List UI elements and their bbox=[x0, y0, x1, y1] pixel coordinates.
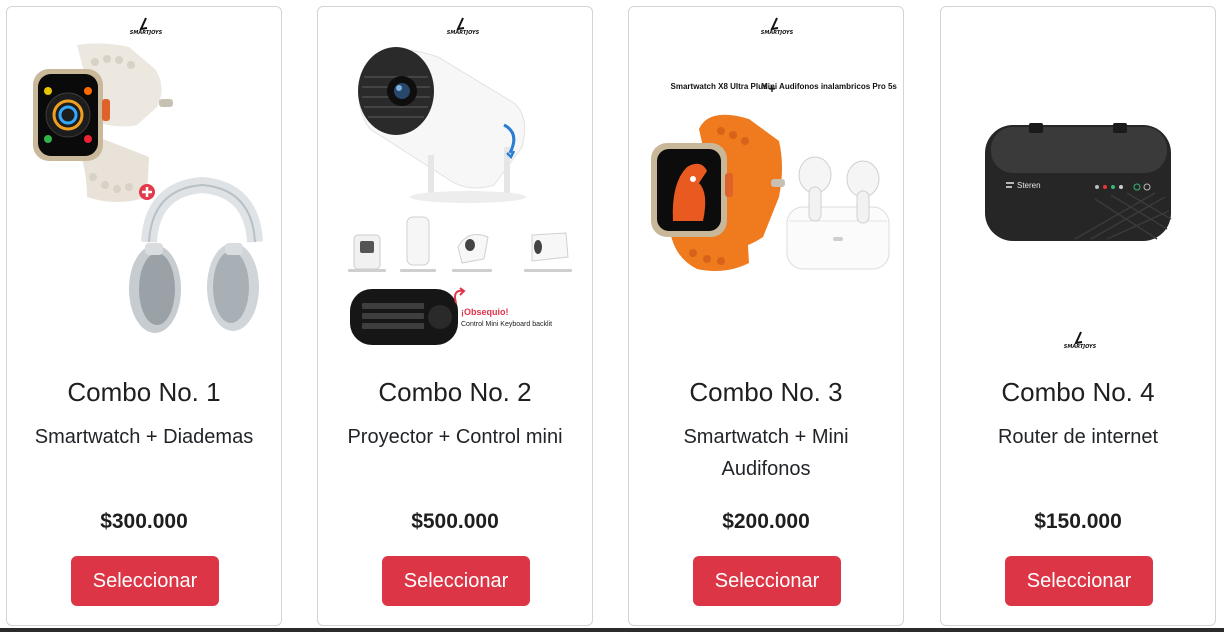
svg-text:SMARTJOYS: SMARTJOYS bbox=[447, 30, 480, 36]
combo-1-description: Smartwatch + Diademas bbox=[34, 426, 254, 448]
combo-1-price: $300.000 bbox=[100, 510, 188, 533]
projector-angle-thumbnails bbox=[348, 216, 572, 272]
product-card-1: SMARTJOYS Combo No. 1 Smartwatch + Diade… bbox=[6, 6, 282, 626]
combo-4-product-image: Steren SMARTJOYS bbox=[985, 123, 1172, 350]
brand-logo: SMARTJOYS bbox=[130, 17, 163, 36]
combo-1-product-image: SMARTJOYS bbox=[33, 17, 263, 333]
headphones-image bbox=[129, 176, 263, 333]
svg-text:Steren: Steren bbox=[1017, 181, 1041, 190]
combo-4-title: Combo No. 4 bbox=[1001, 377, 1155, 407]
combo-3-title: Combo No. 3 bbox=[689, 377, 843, 407]
brand-logo: SMARTJOYS bbox=[1064, 331, 1097, 350]
combo-3-price: $200.000 bbox=[722, 510, 810, 533]
svg-text:SMARTJOYS: SMARTJOYS bbox=[1064, 344, 1097, 350]
combo-2-product-image: SMARTJOYS ¡Obsequio! Control Mini Keyboa… bbox=[348, 17, 572, 345]
svg-text:SMARTJOYS: SMARTJOYS bbox=[761, 30, 794, 36]
product-card-4: Steren SMARTJOYS Combo No. 4 Router de i… bbox=[940, 6, 1216, 626]
mini-keyboard-image bbox=[350, 289, 458, 345]
svg-text:Mini Audifonos inalambricos Pr: Mini Audifonos inalambricos Pro 5s bbox=[761, 82, 897, 91]
earbuds-image bbox=[786, 156, 890, 270]
combo-3-select-button[interactable]: Seleccionar bbox=[693, 556, 841, 606]
combo-4-description: Router de internet bbox=[997, 426, 1159, 448]
window-bottom-edge bbox=[0, 628, 1224, 632]
combo-3-image-labels: Smartwatch X8 Ultra Plus + Mini Audifono… bbox=[671, 82, 898, 96]
combo-2-description: Proyector + Control mini bbox=[347, 426, 563, 448]
svg-text:Smartwatch X8 Ultra Plus: Smartwatch X8 Ultra Plus bbox=[671, 82, 768, 91]
projector-image bbox=[358, 47, 526, 203]
combo-1-select-button[interactable]: Seleccionar bbox=[71, 556, 219, 606]
brand-logo: SMARTJOYS bbox=[761, 17, 794, 36]
product-card-2: SMARTJOYS ¡Obsequio! Control Mini Keyboa… bbox=[317, 6, 593, 626]
combo-2-select-button[interactable]: Seleccionar bbox=[382, 556, 530, 606]
smartwatch-image bbox=[33, 43, 173, 202]
combo-3-product-image: SMARTJOYS Smartwatch X8 Ultra Plus + Min… bbox=[651, 17, 898, 271]
router-image: Steren bbox=[985, 123, 1172, 241]
brand-logo: SMARTJOYS bbox=[447, 17, 480, 36]
product-card-3: SMARTJOYS Smartwatch X8 Ultra Plus + Min… bbox=[628, 6, 904, 626]
combo-4-price: $150.000 bbox=[1034, 510, 1122, 533]
combo-1-title: Combo No. 1 bbox=[67, 377, 221, 407]
svg-text:Control Mini Keyboard backlit: Control Mini Keyboard backlit bbox=[461, 321, 552, 328]
gift-callout: ¡Obsequio! Control Mini Keyboard backlit bbox=[454, 287, 552, 328]
plus-icon bbox=[139, 184, 155, 200]
combo-3-description: Smartwatch + Mini Audifonos bbox=[683, 426, 849, 480]
combo-2-title: Combo No. 2 bbox=[378, 377, 532, 407]
combo-4-select-button[interactable]: Seleccionar bbox=[1005, 556, 1153, 606]
orange-smartwatch-image bbox=[651, 114, 785, 271]
svg-text:SMARTJOYS: SMARTJOYS bbox=[130, 30, 163, 36]
combo-2-price: $500.000 bbox=[411, 510, 499, 533]
svg-text:¡Obsequio!: ¡Obsequio! bbox=[461, 307, 509, 317]
